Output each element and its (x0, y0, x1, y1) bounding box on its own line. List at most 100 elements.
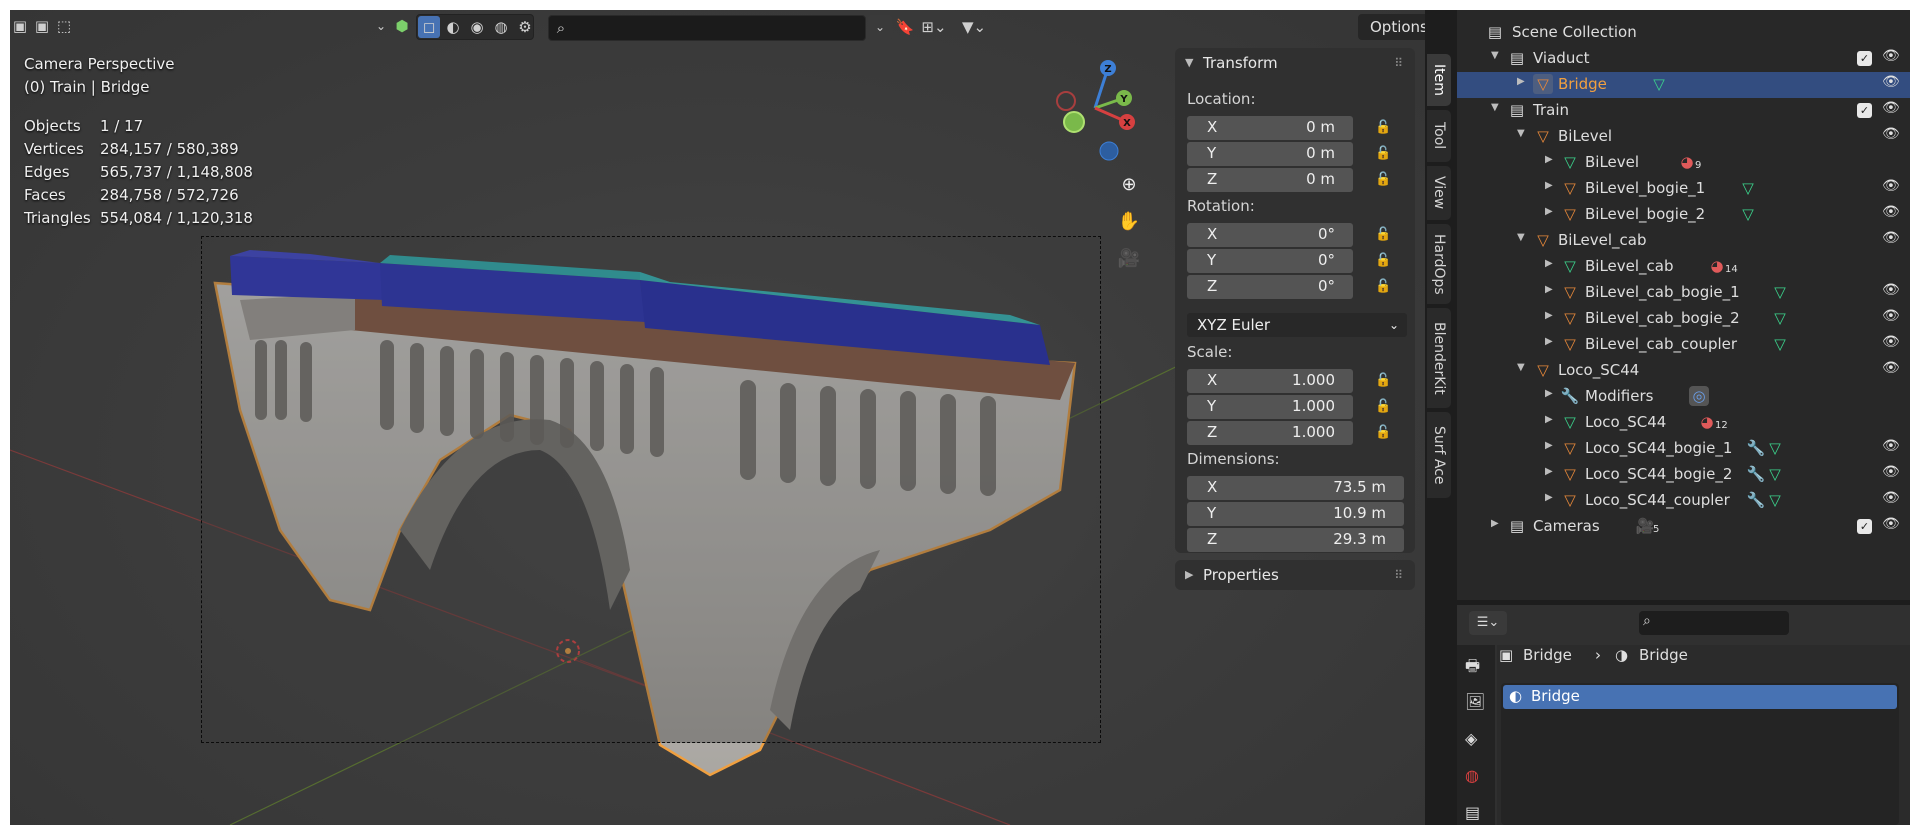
dimensions-x-field[interactable]: X 73.5 m (1187, 476, 1404, 500)
material-shading-icon[interactable]: ◉ (466, 16, 488, 38)
chevron-right-icon[interactable]: ▶ (1545, 206, 1553, 217)
eye-icon[interactable]: 👁 (1882, 438, 1902, 458)
rotation-z-field[interactable]: Z 0° (1187, 275, 1353, 299)
properties-search-input[interactable]: ⌕ (1639, 611, 1789, 635)
chevron-right-icon[interactable]: ▶ (1545, 258, 1553, 269)
scale-x-field[interactable]: X 1.000 (1187, 369, 1353, 393)
tab-hardops[interactable]: HardOps (1427, 224, 1451, 304)
lock-icon[interactable]: 🔓 (1375, 172, 1393, 190)
transform-header[interactable]: ▼ Transform ⠿ (1175, 48, 1415, 78)
lock-icon[interactable]: 🔓 (1375, 279, 1393, 297)
outliner-object-row[interactable]: ▶ ▽ BiLevel_cab_coupler ▽ 👁 (1457, 332, 1910, 358)
chevron-right-icon[interactable]: ▶ (1545, 154, 1553, 165)
chevron-down-icon[interactable]: ▼ (1491, 50, 1499, 61)
eye-icon[interactable]: 👁 (1882, 360, 1902, 380)
chevron-right-icon[interactable]: ▶ (1545, 492, 1553, 503)
camera-view-icon[interactable]: 🎥 (1113, 242, 1145, 274)
overlay-dropdown-icon[interactable]: ⌄ (374, 16, 388, 36)
render-tab-icon[interactable]: 🖶 (1465, 655, 1480, 682)
eye-icon[interactable]: 👁 (1882, 464, 1902, 484)
eye-icon[interactable]: 👁 (1882, 334, 1902, 354)
outliner-modifiers-row[interactable]: ▶ 🔧 Modifiers ◎ (1457, 384, 1910, 410)
tab-item[interactable]: Item (1427, 54, 1451, 106)
world-tab-icon[interactable]: ◍ (1465, 766, 1479, 785)
filter-expand-icon[interactable]: ⌄ (868, 15, 892, 39)
exclude-checkbox[interactable]: ✓ (1857, 103, 1872, 118)
chevron-down-icon[interactable]: ▼ (1517, 362, 1525, 373)
scale-z-field[interactable]: Z 1.000 (1187, 421, 1353, 445)
breadcrumb-material[interactable]: Bridge (1639, 646, 1688, 664)
rotation-mode-dropdown[interactable]: XYZ Euler ⌄ (1187, 313, 1407, 337)
breadcrumb-object[interactable]: Bridge (1523, 646, 1572, 664)
eye-icon[interactable]: 👁 (1882, 178, 1902, 198)
outliner-object-row[interactable]: ▶ ▽ BiLevel_cab ◕ 14 (1457, 254, 1910, 280)
filter-icon[interactable]: ▼⌄ (954, 15, 994, 39)
lock-icon[interactable]: 🔓 (1375, 120, 1393, 138)
rotation-x-field[interactable]: X 0° (1187, 223, 1353, 247)
lock-icon[interactable]: 🔓 (1375, 253, 1393, 271)
outliner-object-row[interactable]: ▶ ▽ Loco_SC44_coupler 🔧 ▽ 👁 (1457, 488, 1910, 514)
chevron-right-icon[interactable]: ▶ (1545, 440, 1553, 451)
material-slot-row[interactable]: ◐ Bridge (1503, 685, 1897, 709)
eye-icon[interactable]: 👁 (1882, 126, 1902, 146)
location-x-field[interactable]: X 0 m (1187, 116, 1353, 140)
outliner-collection-row[interactable]: ▼ ▤ Viaduct ✓ 👁 (1457, 46, 1910, 72)
outliner-object-row[interactable]: ▶ ▽ Loco_SC44_bogie_1 🔧 ▽ 👁 (1457, 436, 1910, 462)
eye-icon[interactable]: 👁 (1882, 282, 1902, 302)
select-extend-icon[interactable]: ▣ (32, 16, 52, 36)
navigation-gizmo[interactable]: Z Y X (1050, 60, 1140, 170)
lock-icon[interactable]: 🔓 (1375, 373, 1393, 391)
eye-icon[interactable]: 👁 (1882, 490, 1902, 510)
eye-icon[interactable]: 👁 (1882, 100, 1902, 120)
viewport-search-input[interactable]: ⌕ (548, 15, 866, 41)
select-box-icon[interactable]: ▣ (10, 16, 30, 36)
lock-icon[interactable]: 🔓 (1375, 425, 1393, 443)
exclude-checkbox[interactable]: ✓ (1857, 519, 1872, 534)
outliner-object-row[interactable]: ▼ ▽ Loco_SC44 👁 (1457, 358, 1910, 384)
chevron-down-icon[interactable]: ▼ (1517, 232, 1525, 243)
location-y-field[interactable]: Y 0 m (1187, 142, 1353, 166)
chevron-right-icon[interactable]: ▶ (1545, 284, 1553, 295)
lock-icon[interactable]: 🔓 (1375, 146, 1393, 164)
drag-handle-icon[interactable]: ⠿ (1394, 560, 1403, 590)
outliner-object-row[interactable]: ▶ ▽ Loco_SC44_bogie_2 🔧 ▽ 👁 (1457, 462, 1910, 488)
rendered-shading-icon[interactable]: ◍ (490, 16, 512, 38)
outliner-object-row[interactable]: ▶ ▽ BiLevel_bogie_2 ▽ 👁 (1457, 202, 1910, 228)
layout-icon[interactable]: ⊞⌄ (918, 15, 950, 39)
rotation-y-field[interactable]: Y 0° (1187, 249, 1353, 273)
outliner-root[interactable]: ▤ Scene Collection (1457, 20, 1910, 46)
tab-blenderkit[interactable]: BlenderKit (1427, 308, 1451, 408)
wireframe-shading-icon[interactable]: ◻ (418, 16, 440, 38)
lock-icon[interactable]: 🔓 (1375, 227, 1393, 245)
select-subtract-icon[interactable]: ⬚ (54, 16, 74, 36)
chevron-right-icon[interactable]: ▶ (1517, 76, 1525, 87)
tab-surf-ace[interactable]: Surf Ace (1427, 412, 1451, 498)
outliner-object-row[interactable]: ▶ ▽ BiLevel_bogie_1 ▽ 👁 (1457, 176, 1910, 202)
dimensions-z-field[interactable]: Z 29.3 m (1187, 528, 1404, 552)
editor-type-dropdown[interactable]: ☰⌄ (1469, 611, 1507, 635)
properties-section[interactable]: ▶ Properties ⠿ (1175, 560, 1415, 590)
scene-tab-icon[interactable]: ◈ (1465, 729, 1477, 748)
chevron-right-icon[interactable]: ▶ (1545, 414, 1553, 425)
chevron-down-icon[interactable]: ▼ (1517, 128, 1525, 139)
eye-icon[interactable]: 👁 (1882, 230, 1902, 250)
tab-tool[interactable]: Tool (1427, 110, 1451, 162)
chevron-right-icon[interactable]: ▶ (1545, 466, 1553, 477)
output-tab-icon[interactable]: 🖼 (1465, 692, 1485, 711)
chevron-down-icon[interactable]: ▼ (1491, 102, 1499, 113)
location-z-field[interactable]: Z 0 m (1187, 168, 1353, 192)
eye-icon[interactable]: 👁 (1882, 516, 1902, 536)
drag-handle-icon[interactable]: ⠿ (1394, 48, 1403, 78)
bookmark-icon[interactable]: 🔖 (894, 15, 916, 39)
eye-icon[interactable]: 👁 (1882, 74, 1902, 94)
chevron-right-icon[interactable]: ▶ (1545, 388, 1553, 399)
zoom-icon[interactable]: ⊕ (1113, 168, 1145, 200)
gizmo-toggle-icon[interactable]: ⬢ (392, 16, 412, 36)
outliner-collection-row[interactable]: ▶ ▤ Cameras 🎥 5 ✓ 👁 (1457, 514, 1910, 540)
tab-view[interactable]: View (1427, 166, 1451, 220)
outliner-object-row[interactable]: ▶ ▽ Bridge ▽ 👁 (1457, 72, 1910, 98)
eye-icon[interactable]: 👁 (1882, 48, 1902, 68)
chevron-right-icon[interactable]: ▶ (1545, 180, 1553, 191)
scale-y-field[interactable]: Y 1.000 (1187, 395, 1353, 419)
outliner-object-row[interactable]: ▶ ▽ BiLevel ◕ 9 (1457, 150, 1910, 176)
